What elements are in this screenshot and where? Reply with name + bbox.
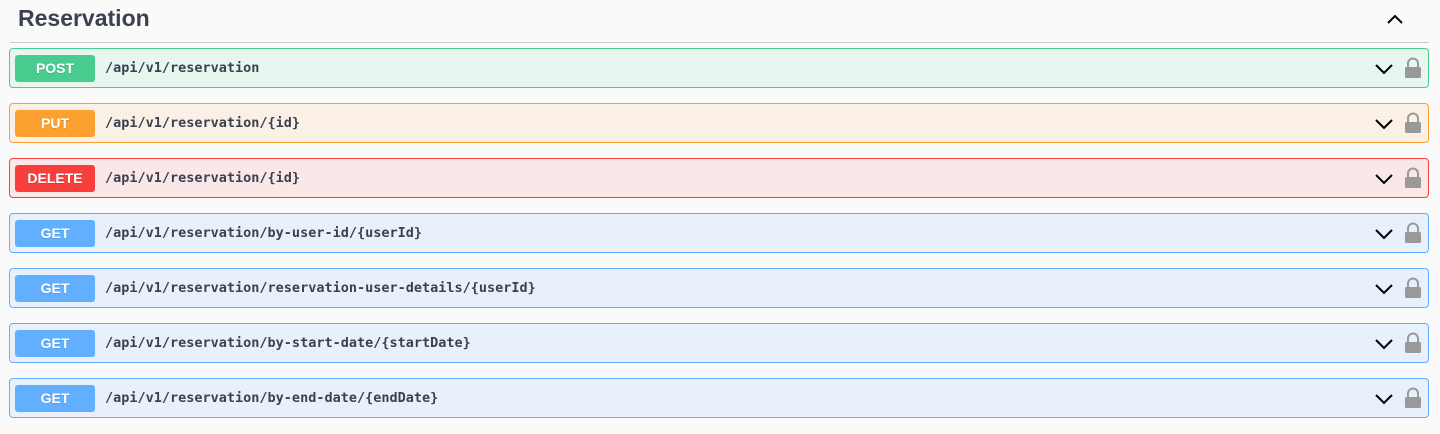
operation-path: /api/v1/reservation/reservation-user-det… [105,280,536,296]
operation-post-reservation[interactable]: POST /api/v1/reservation [9,48,1429,88]
method-badge: PUT [15,109,95,137]
chevron-down-icon[interactable] [1374,169,1394,189]
operation-get-by-end-date[interactable]: GET /api/v1/reservation/by-end-date/{end… [9,378,1429,418]
lock-icon[interactable] [1404,222,1422,244]
lock-icon[interactable] [1404,112,1422,134]
chevron-down-icon[interactable] [1374,389,1394,409]
operation-path: /api/v1/reservation/by-end-date/{endDate… [105,390,439,406]
method-badge: GET [15,329,95,357]
operation-path: /api/v1/reservation/by-start-date/{start… [105,335,471,351]
method-badge: GET [15,219,95,247]
operations-list: POST /api/v1/reservation PUT /api/v1/res… [9,48,1429,418]
section-title: Reservation [18,5,150,31]
lock-icon[interactable] [1404,387,1422,409]
operation-put-reservation-id[interactable]: PUT /api/v1/reservation/{id} [9,103,1429,143]
operation-path: /api/v1/reservation [105,60,260,76]
chevron-down-icon[interactable] [1374,114,1394,134]
operation-path: /api/v1/reservation/by-user-id/{userId} [105,225,422,241]
chevron-up-icon[interactable] [1383,8,1407,32]
operation-path: /api/v1/reservation/{id} [105,115,301,131]
chevron-down-icon[interactable] [1374,59,1394,79]
chevron-down-icon[interactable] [1374,279,1394,299]
lock-icon[interactable] [1404,332,1422,354]
lock-icon[interactable] [1404,57,1422,79]
operation-path: /api/v1/reservation/{id} [105,170,301,186]
operation-get-by-user-id[interactable]: GET /api/v1/reservation/by-user-id/{user… [9,213,1429,253]
method-badge: GET [15,274,95,302]
chevron-down-icon[interactable] [1374,334,1394,354]
section-header[interactable]: Reservation [10,0,1429,43]
method-badge: GET [15,384,95,412]
lock-icon[interactable] [1404,277,1422,299]
operation-delete-reservation-id[interactable]: DELETE /api/v1/reservation/{id} [9,158,1429,198]
operation-get-by-start-date[interactable]: GET /api/v1/reservation/by-start-date/{s… [9,323,1429,363]
operation-get-reservation-user-details[interactable]: GET /api/v1/reservation/reservation-user… [9,268,1429,308]
chevron-down-icon[interactable] [1374,224,1394,244]
method-badge: DELETE [15,164,95,192]
lock-icon[interactable] [1404,167,1422,189]
method-badge: POST [15,54,95,82]
